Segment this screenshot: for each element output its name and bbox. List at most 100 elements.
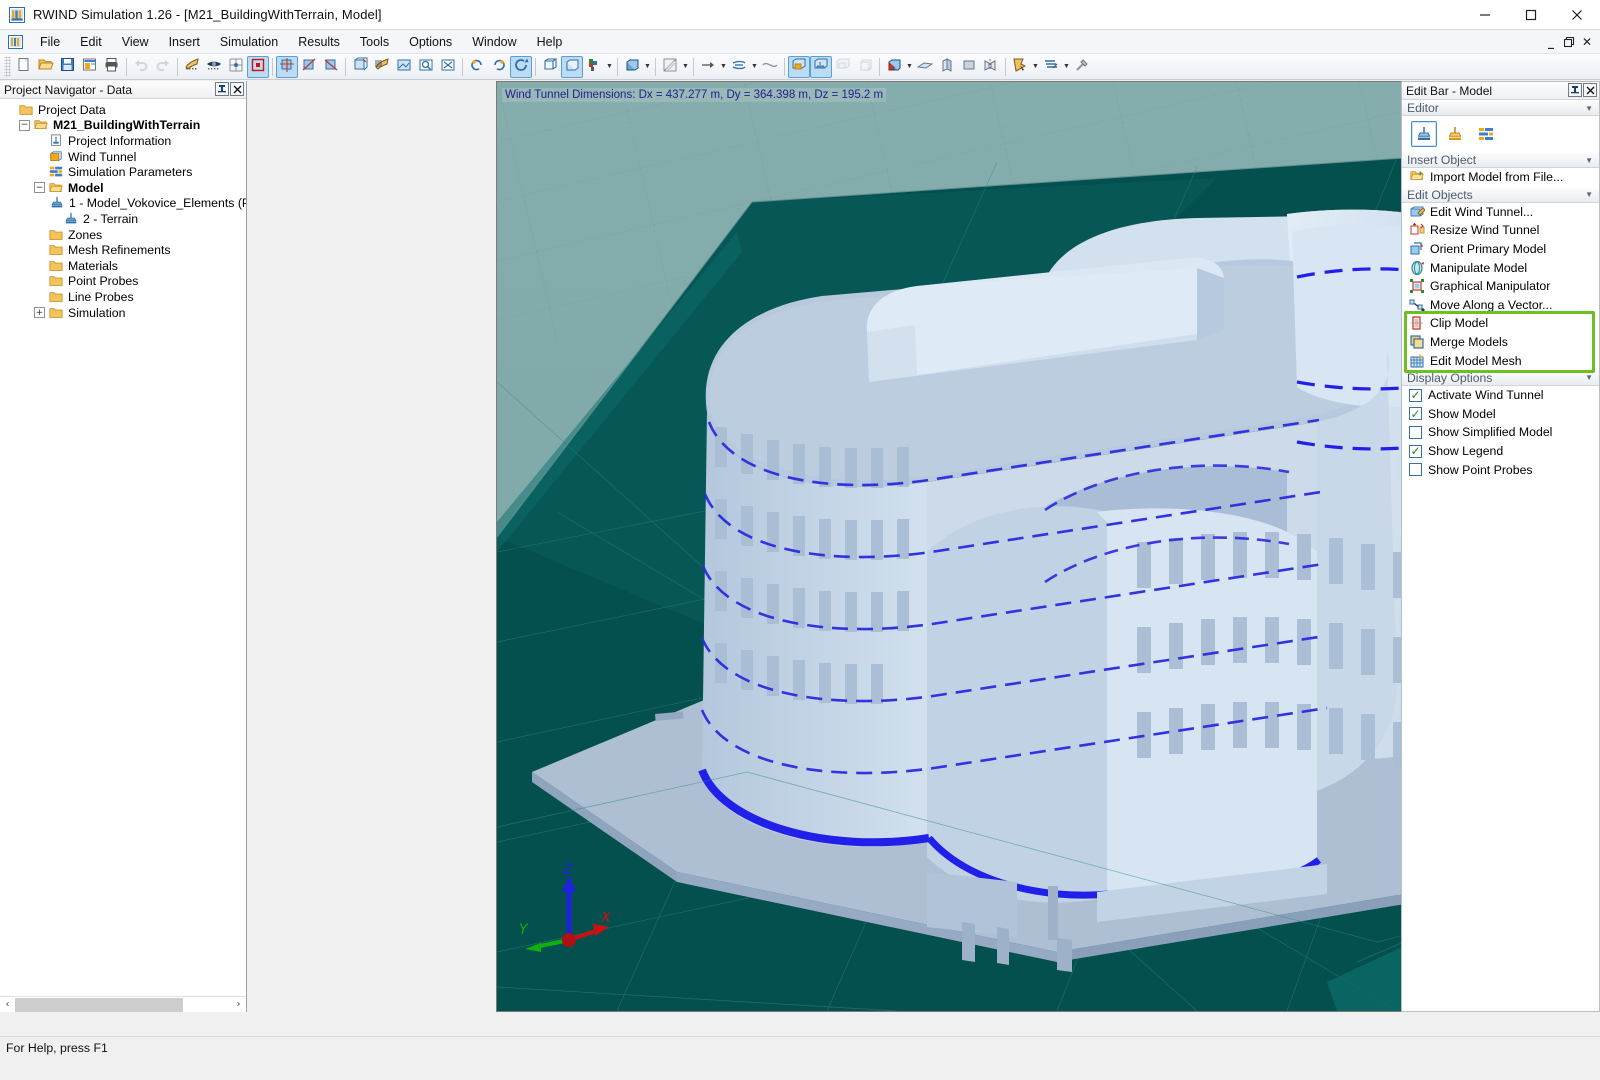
tree-toggle-expand[interactable]: + (34, 307, 45, 318)
checkbox[interactable]: ✓ (1409, 389, 1422, 402)
toolbar-button-shaded-view[interactable] (371, 56, 393, 78)
checkbox-row-activate-wind-tunnel[interactable]: ✓Activate Wind Tunnel (1402, 386, 1599, 405)
toolbar-button-show-zones[interactable] (788, 56, 810, 78)
toolbar-button-view-cube[interactable] (621, 56, 643, 78)
edit-bar-item-merge-models[interactable]: Merge Models (1402, 333, 1599, 352)
toolbar-button-snap-grid[interactable] (225, 56, 247, 78)
toolbar-button-project-info[interactable] (79, 56, 101, 78)
editor-tool-simulation-editor[interactable] (1473, 121, 1499, 147)
toolbar-button-pick-surface[interactable] (1009, 56, 1031, 78)
chevron-down-icon[interactable]: ▼ (1585, 104, 1593, 113)
toolbar-button-section-plane[interactable] (659, 56, 681, 78)
tree-item[interactable]: Simulation Parameters (0, 164, 246, 180)
toolbar-button-tools[interactable] (1071, 56, 1093, 78)
tree-item[interactable]: Project Data (0, 102, 246, 118)
toolbar-button-zoom-all[interactable] (437, 56, 459, 78)
scroll-trough[interactable] (15, 998, 231, 1012)
minimize-button[interactable] (1462, 0, 1508, 30)
toolbar-button-flow-direction[interactable] (728, 56, 750, 78)
menu-item-help[interactable]: Help (527, 32, 573, 52)
tree-item[interactable]: Project Information (0, 133, 246, 149)
tree-item[interactable]: −M21_BuildingWithTerrain (0, 118, 246, 134)
tree-item[interactable]: 1 - Model_Vokovice_Elements (Prim (0, 196, 246, 212)
toolbar-button-show-model[interactable] (810, 56, 832, 78)
group-header-display-options[interactable]: Display Options▼ (1402, 370, 1599, 386)
toolbar-button-render-mode[interactable] (181, 56, 203, 78)
edit-bar-item-resize-wind-tunnel[interactable]: Resize Wind Tunnel (1402, 221, 1599, 240)
toolbar-button-plane-surface[interactable] (914, 56, 936, 78)
toolbar-button-undo[interactable] (130, 56, 152, 78)
menu-item-insert[interactable]: Insert (159, 32, 210, 52)
group-header-insert-object[interactable]: Insert Object▼ (1402, 152, 1599, 168)
menu-item-edit[interactable]: Edit (70, 32, 112, 52)
group-header-edit-objects[interactable]: Edit Objects▼ (1402, 187, 1599, 203)
close-button[interactable] (1554, 0, 1600, 30)
tree-item[interactable]: Line Probes (0, 289, 246, 305)
pin-icon[interactable] (215, 82, 229, 96)
tree-item[interactable]: 2 - Terrain (0, 211, 246, 227)
toolbar-dropdown-arrow-icon[interactable]: ▼ (643, 56, 652, 78)
edit-bar-item-move-along-a-vector[interactable]: Move Along a Vector... (1402, 296, 1599, 315)
mdi-minimize-button[interactable]: _ (1542, 32, 1560, 52)
checkbox-row-show-simplified-model[interactable]: Show Simplified Model (1402, 423, 1599, 442)
toolbar-button-selection-box[interactable] (247, 56, 269, 78)
toolbar-dropdown-arrow-icon[interactable]: ▼ (1031, 56, 1040, 78)
menu-item-options[interactable]: Options (399, 32, 462, 52)
scroll-left-arrow-icon[interactable]: ‹ (0, 998, 15, 1012)
mdi-restore-button[interactable] (1560, 32, 1578, 52)
toolbar-button-print[interactable] (101, 56, 123, 78)
checkbox-row-show-model[interactable]: ✓Show Model (1402, 405, 1599, 424)
menu-item-simulation[interactable]: Simulation (210, 32, 288, 52)
tree-item[interactable]: Mesh Refinements (0, 242, 246, 258)
checkbox[interactable]: ✓ (1409, 407, 1422, 420)
toolbar-button-rotate-view-z[interactable] (320, 56, 342, 78)
toolbar-button-zoom-window[interactable] (393, 56, 415, 78)
toolbar-dropdown-arrow-icon[interactable]: ▼ (681, 56, 690, 78)
menu-item-results[interactable]: Results (288, 32, 350, 52)
toolbar-button-view-mode[interactable] (203, 56, 225, 78)
maximize-button[interactable] (1508, 0, 1554, 30)
project-tree[interactable]: Project Data−M21_BuildingWithTerrainProj… (0, 99, 246, 996)
edit-bar-close-icon[interactable] (1583, 83, 1597, 97)
toolbar-button-mesh-settings[interactable] (1040, 56, 1062, 78)
checkbox[interactable]: ✓ (1409, 445, 1422, 458)
chevron-down-icon[interactable]: ▼ (1585, 156, 1593, 165)
tree-item[interactable]: Zones (0, 227, 246, 243)
toolbar-grip[interactable] (4, 57, 11, 77)
tree-toggle-collapse[interactable]: − (34, 182, 45, 193)
tree-item[interactable]: +Simulation (0, 305, 246, 321)
toolbar-button-extrude[interactable] (936, 56, 958, 78)
tree-item[interactable]: −Model (0, 180, 246, 196)
toolbar-button-new-file[interactable] (13, 56, 35, 78)
menu-item-window[interactable]: Window (462, 32, 526, 52)
editor-tool-zones-editor[interactable] (1442, 121, 1468, 147)
edit-bar-item-graphical-manipulator[interactable]: Graphical Manipulator (1402, 277, 1599, 296)
toolbar-button-streamline[interactable] (759, 56, 781, 78)
toolbar-button-show-mesh[interactable] (832, 56, 854, 78)
toolbar-button-wireframe[interactable] (539, 56, 561, 78)
edit-bar-item-orient-primary-model[interactable]: Orient Primary Model (1402, 240, 1599, 259)
checkbox[interactable] (1409, 426, 1422, 439)
checkbox-row-show-point-probes[interactable]: Show Point Probes (1402, 460, 1599, 479)
navigator-close-icon[interactable] (230, 82, 244, 96)
toolbar-dropdown-arrow-icon[interactable]: ▼ (750, 56, 759, 78)
menu-item-file[interactable]: File (30, 32, 70, 52)
toolbar-button-rotate-left[interactable] (466, 56, 488, 78)
toolbar-button-model-cube[interactable] (883, 56, 905, 78)
checkbox[interactable] (1409, 463, 1422, 476)
group-header-editor[interactable]: Editor▼ (1402, 100, 1599, 116)
toolbar-dropdown-arrow-icon[interactable]: ▼ (605, 56, 614, 78)
mdi-close-button[interactable]: ✕ (1578, 32, 1596, 52)
edit-bar-item-manipulate-model[interactable]: Manipulate Model (1402, 258, 1599, 277)
edit-bar-item-import-model-from-file[interactable]: Import Model from File... (1402, 168, 1599, 187)
toolbar-button-rotate-view-x[interactable] (276, 56, 298, 78)
toolbar-button-redo[interactable] (152, 56, 174, 78)
toolbar-button-rotate-right[interactable] (488, 56, 510, 78)
toolbar-button-solid-view[interactable] (561, 56, 583, 78)
toolbar-button-rotate-continuous[interactable] (510, 56, 532, 78)
toolbar-button-clipping[interactable] (697, 56, 719, 78)
tree-toggle-collapse[interactable]: − (19, 120, 30, 131)
toolbar-dropdown-arrow-icon[interactable]: ▼ (905, 56, 914, 78)
edit-bar-item-clip-model[interactable]: Clip Model (1402, 314, 1599, 333)
toolbar-button-rotate-view-y[interactable] (298, 56, 320, 78)
